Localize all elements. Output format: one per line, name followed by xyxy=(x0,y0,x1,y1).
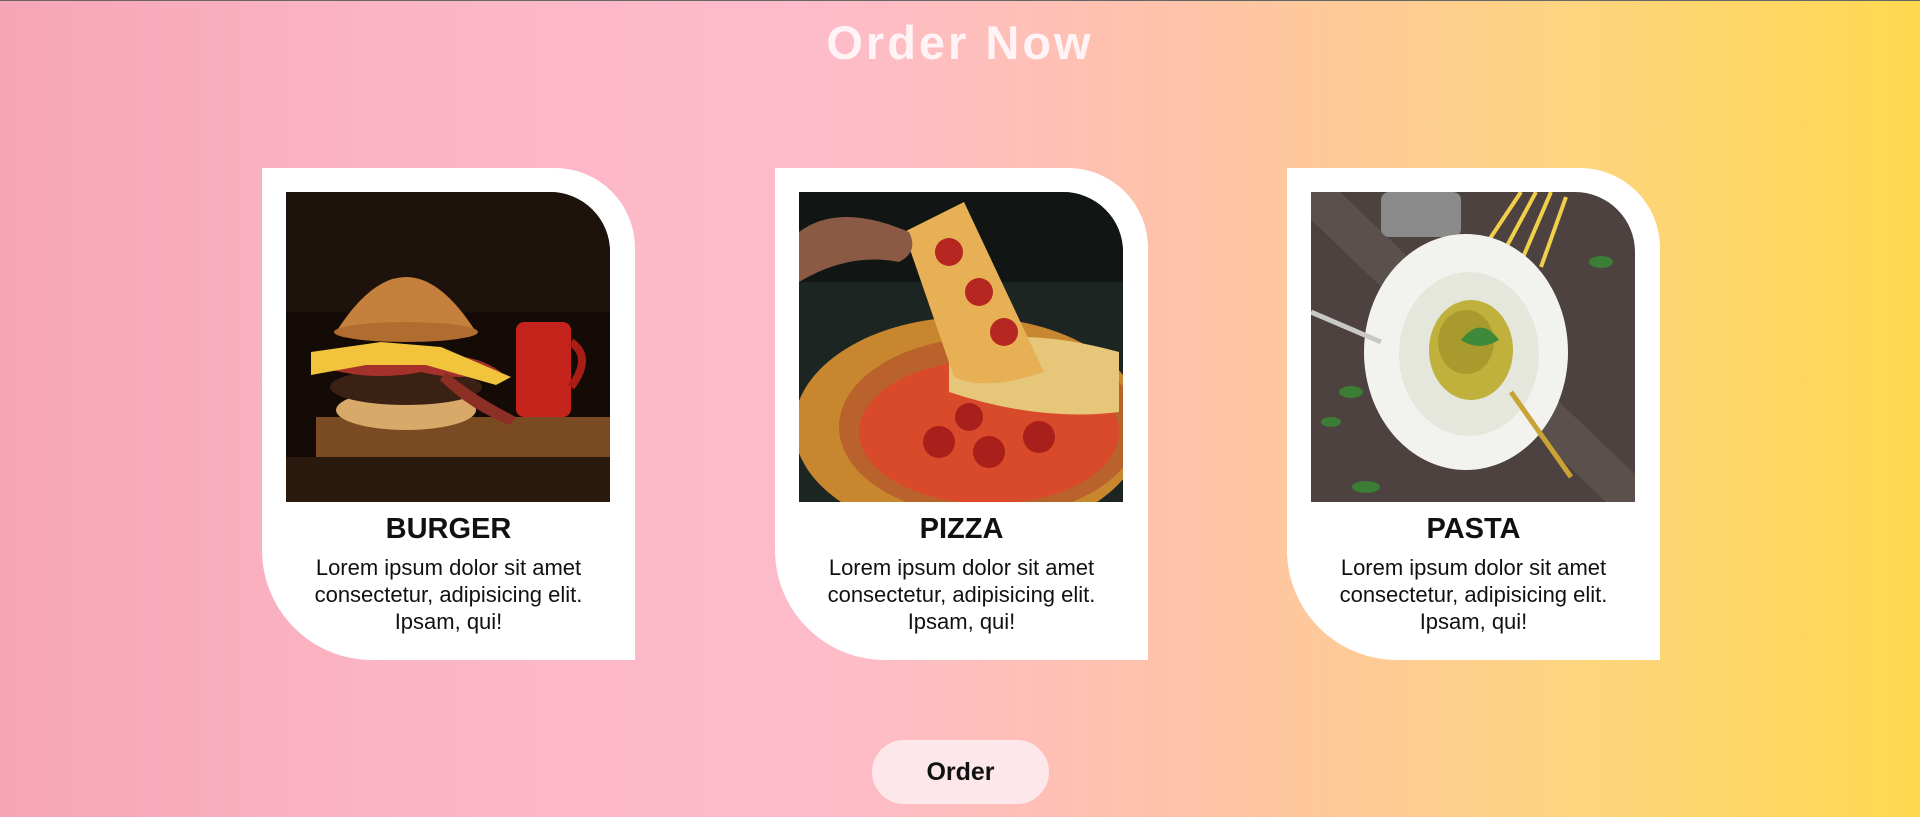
pizza-photo xyxy=(799,192,1123,502)
card-description: Lorem ipsum dolor sit amet consectetur, … xyxy=(827,555,1096,634)
page-title: Order Now xyxy=(826,16,1094,69)
card-description: Lorem ipsum dolor sit amet consectetur, … xyxy=(314,555,583,634)
menu-card-pasta[interactable]: PASTA Lorem ipsum dolor sit amet consect… xyxy=(1287,168,1660,660)
card-description: Lorem ipsum dolor sit amet consectetur, … xyxy=(1339,555,1608,634)
card-title: PIZZA xyxy=(919,513,1004,545)
menu-card-burger[interactable]: BURGER Lorem ipsum dolor sit amet consec… xyxy=(262,168,635,660)
card-title: PASTA xyxy=(1426,513,1521,545)
order-button[interactable]: Order xyxy=(872,740,1049,804)
menu-card-pizza[interactable]: PIZZA Lorem ipsum dolor sit amet consect… xyxy=(775,168,1148,660)
pasta-photo xyxy=(1311,192,1635,502)
card-title: BURGER xyxy=(385,513,512,545)
burger-photo xyxy=(286,192,610,502)
